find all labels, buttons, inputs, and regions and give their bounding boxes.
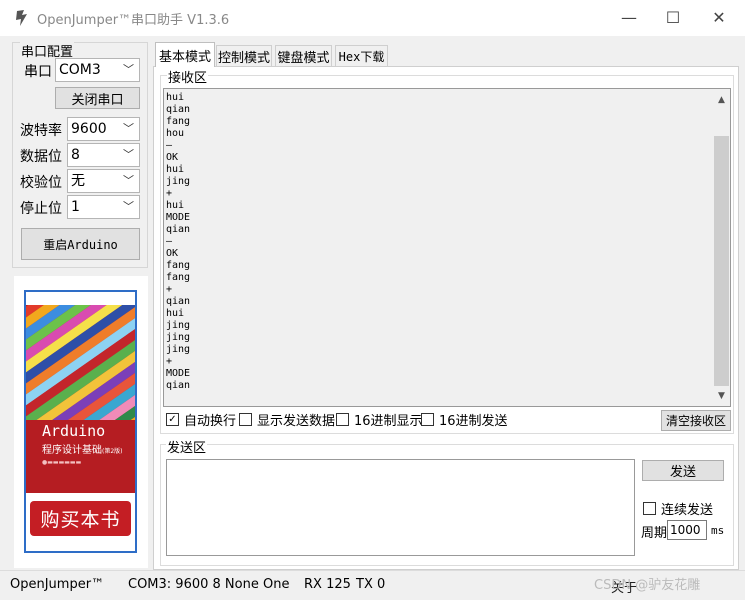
- chevron-down-icon: ﹀: [123, 174, 134, 187]
- scroll-up-icon[interactable]: ▲: [713, 91, 730, 108]
- tab-keyboard-mode[interactable]: 键盘模式: [275, 45, 332, 66]
- clear-receive-button[interactable]: 清空接收区: [661, 410, 731, 431]
- receive-legend: 接收区: [167, 67, 209, 86]
- maximize-button[interactable]: ☐: [650, 0, 696, 34]
- book-publisher-mark: ●▬▬▬▬▬▬: [42, 459, 82, 466]
- close-port-button[interactable]: 关闭串口: [55, 87, 140, 109]
- data-bits-label: 数据位: [20, 149, 62, 165]
- checkbox-icon: [421, 412, 434, 426]
- send-legend: 发送区: [166, 437, 208, 456]
- book-edition: (第2版): [102, 448, 123, 455]
- show-sent-checkbox[interactable]: 显示发送数据: [239, 411, 336, 429]
- title-bar: OpenJumper™串口助手 V1.3.6 — ☐ ✕: [0, 0, 745, 36]
- period-input[interactable]: 1000: [667, 520, 707, 540]
- receive-text: hui qian fang hou — OK hui jing + hui MO…: [166, 92, 191, 391]
- send-textarea[interactable]: [166, 459, 635, 556]
- period-unit: ms: [711, 524, 725, 537]
- tab-basic-mode[interactable]: 基本模式: [155, 42, 215, 67]
- watermark-text: CSDN @驴友花雕: [594, 578, 701, 593]
- status-brand: OpenJumper™: [10, 577, 105, 592]
- chevron-down-icon: ﹀: [123, 122, 134, 135]
- tab-hex-download[interactable]: Hex下载: [335, 45, 388, 66]
- checkbox-icon: [239, 412, 252, 426]
- period-label: 周期: [641, 526, 668, 541]
- checkbox-icon: [336, 412, 349, 426]
- stop-bits-select[interactable]: 1 ﹀: [67, 195, 140, 219]
- baud-rate-select[interactable]: 9600 ﹀: [67, 117, 140, 141]
- minimize-button[interactable]: —: [606, 0, 652, 34]
- checkbox-icon: [643, 501, 656, 515]
- scroll-down-icon[interactable]: ▼: [713, 387, 730, 404]
- port-select[interactable]: COM3 ﹀: [55, 58, 140, 82]
- checkbox-checked-icon: ✓: [166, 412, 179, 426]
- auto-wrap-checkbox[interactable]: ✓ 自动换行: [166, 411, 237, 429]
- stop-bits-value: 1: [71, 199, 80, 215]
- book-cover-image[interactable]: Arduino 程序设计基础(第2版) ●▬▬▬▬▬▬: [26, 305, 135, 493]
- stop-bits-label: 停止位: [20, 201, 62, 217]
- hex-send-checkbox[interactable]: 16进制发送: [421, 411, 508, 429]
- book-title: Arduino: [42, 422, 106, 440]
- hex-send-label: 16进制发送: [439, 413, 508, 429]
- buy-book-button[interactable]: 购买本书: [30, 501, 131, 536]
- baud-rate-label: 波特率: [20, 123, 62, 139]
- book-cover-stripes: [26, 305, 135, 420]
- status-rx: RX 125: [304, 577, 351, 592]
- scroll-thumb[interactable]: [714, 136, 729, 386]
- data-bits-select[interactable]: 8 ﹀: [67, 143, 140, 167]
- parity-label: 校验位: [20, 175, 62, 191]
- continuous-send-label: 连续发送: [661, 502, 714, 518]
- window-title: OpenJumper™串口助手 V1.3.6: [37, 13, 230, 28]
- receive-scrollbar[interactable]: ▲ ▼: [713, 89, 730, 406]
- receive-textarea[interactable]: hui qian fang hou — OK hui jing + hui MO…: [163, 88, 731, 407]
- baud-rate-value: 9600: [71, 121, 107, 137]
- chevron-down-icon: ﹀: [123, 200, 134, 213]
- parity-select[interactable]: 无 ﹀: [67, 169, 140, 193]
- tab-control-mode[interactable]: 控制模式: [216, 45, 272, 66]
- hex-display-label: 16进制显示: [354, 413, 423, 429]
- show-sent-label: 显示发送数据: [257, 413, 336, 429]
- restart-arduino-button[interactable]: 重启Arduino: [21, 228, 140, 260]
- port-select-value: COM3: [59, 62, 101, 78]
- chevron-down-icon: ﹀: [123, 148, 134, 161]
- port-label: 串口: [24, 64, 52, 80]
- send-button[interactable]: 发送: [642, 460, 724, 481]
- hex-display-checkbox[interactable]: 16进制显示: [336, 411, 423, 429]
- status-port-info: COM3: 9600 8 None One: [128, 577, 290, 592]
- data-bits-value: 8: [71, 147, 80, 163]
- app-logo-icon: [16, 10, 27, 26]
- status-tx: TX 0: [356, 577, 386, 592]
- close-window-button[interactable]: ✕: [696, 0, 742, 34]
- book-subtitle: 程序设计基础(第2版): [42, 445, 123, 456]
- parity-value: 无: [71, 173, 85, 189]
- auto-wrap-label: 自动换行: [184, 413, 237, 429]
- chevron-down-icon: ﹀: [123, 63, 134, 76]
- continuous-send-checkbox[interactable]: 连续发送: [643, 500, 714, 518]
